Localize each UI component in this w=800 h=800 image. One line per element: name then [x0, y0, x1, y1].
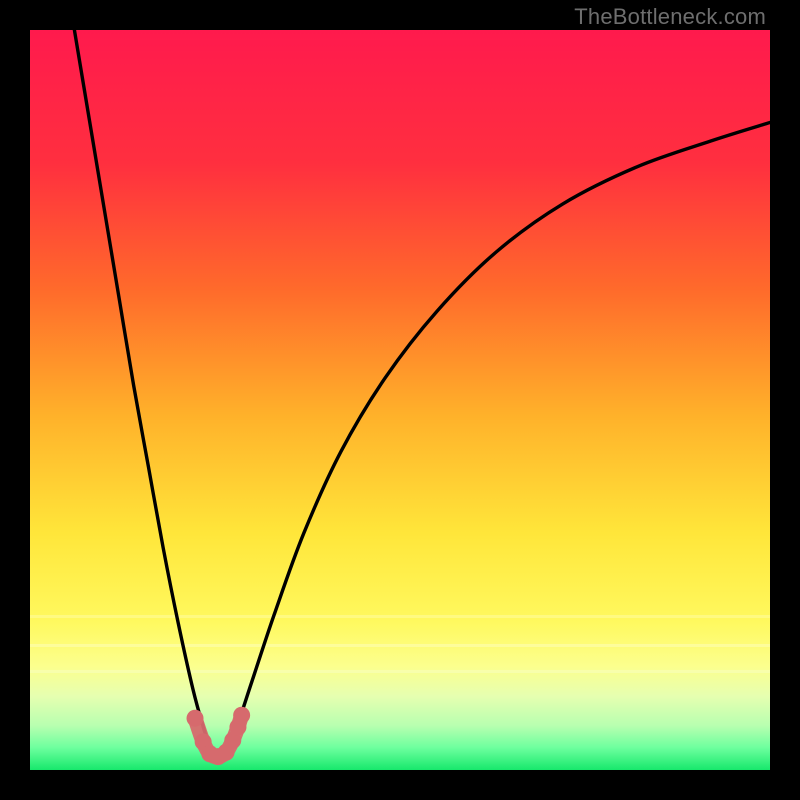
watermark-text: TheBottleneck.com — [574, 4, 766, 30]
plot-area — [30, 30, 770, 770]
marker-dot — [187, 710, 204, 727]
curve-right-branch — [226, 123, 770, 752]
marker-dot — [233, 707, 250, 724]
curves-layer — [30, 30, 770, 770]
curve-left-branch — [74, 30, 211, 752]
near-minimum-markers — [187, 707, 251, 765]
